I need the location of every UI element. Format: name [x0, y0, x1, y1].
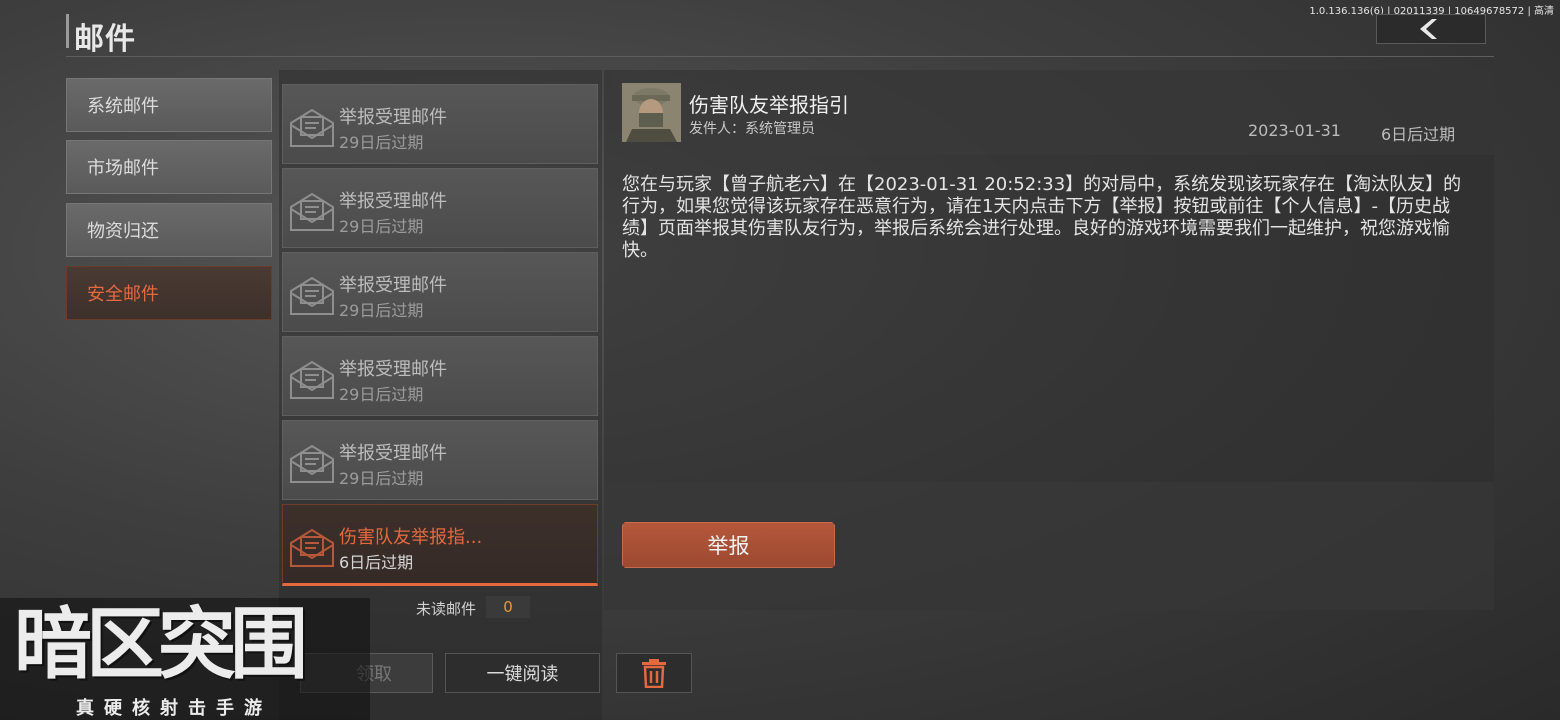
- read-all-label: 一键阅读: [486, 664, 559, 685]
- report-label: 举报: [707, 534, 750, 558]
- header-divider: [66, 56, 1494, 57]
- delete-button[interactable]: [616, 653, 692, 693]
- tab-label: 物资归还: [87, 221, 159, 242]
- mail-title: 举报受理邮件: [339, 191, 447, 212]
- back-arrow-icon: [1420, 19, 1437, 39]
- mail-list-item[interactable]: 举报受理邮件 29日后过期: [282, 252, 598, 332]
- back-button[interactable]: [1376, 14, 1486, 44]
- mail-list-item[interactable]: 举报受理邮件 29日后过期: [282, 336, 598, 416]
- mail-expire: 29日后过期: [339, 301, 424, 320]
- tab-market-mail[interactable]: 市场邮件: [66, 140, 272, 194]
- sender-name: 系统管理员: [745, 121, 815, 137]
- tab-label: 系统邮件: [87, 96, 159, 117]
- mail-body: 您在与玩家【曾子航老六】在【2023-01-31 20:52:33】的对局中，系…: [622, 174, 1462, 261]
- mail-open-icon: [290, 360, 334, 399]
- mail-title: 举报受理邮件: [339, 275, 447, 296]
- mail-title: 举报受理邮件: [339, 443, 447, 464]
- sender-label: 发件人：: [689, 121, 745, 137]
- sender-avatar: [622, 83, 681, 142]
- unread-count: 0: [486, 596, 530, 618]
- mail-expire: 6日后过期: [339, 553, 414, 572]
- mail-list-item[interactable]: 举报受理邮件 29日后过期: [282, 420, 598, 500]
- sender-line: 发件人：系统管理员: [689, 118, 815, 138]
- mail-expire: 29日后过期: [339, 385, 424, 404]
- mail-title: 举报受理邮件: [339, 107, 447, 128]
- game-logo-title: 暗区突围: [14, 600, 308, 690]
- unread-label: 未读邮件: [416, 600, 477, 618]
- tab-security-mail[interactable]: 安全邮件: [66, 266, 272, 320]
- mail-detail-expire: 6日后过期: [1381, 125, 1456, 144]
- mail-title: 伤害队友举报指...: [339, 527, 483, 548]
- mail-open-icon: [290, 276, 334, 315]
- mail-list-item[interactable]: 举报受理邮件 29日后过期: [282, 84, 598, 164]
- mail-expire: 29日后过期: [339, 133, 424, 152]
- trash-icon: [642, 659, 666, 688]
- mail-open-icon: [290, 444, 334, 483]
- tab-supply-return[interactable]: 物资归还: [66, 203, 272, 257]
- tab-system-mail[interactable]: 系统邮件: [66, 78, 272, 132]
- mail-list-item[interactable]: 举报受理邮件 29日后过期: [282, 168, 598, 248]
- mail-title: 举报受理邮件: [339, 359, 447, 380]
- mail-open-icon: [290, 192, 334, 231]
- game-logo-slogan: 真硬核射击手游: [76, 698, 272, 719]
- page-title: 邮件: [74, 22, 136, 57]
- mail-list-item-selected[interactable]: 伤害队友举报指... 6日后过期: [282, 504, 598, 586]
- tab-label: 市场邮件: [87, 158, 159, 179]
- mail-open-icon: [290, 108, 334, 147]
- tab-label: 安全邮件: [87, 284, 159, 305]
- mail-open-icon: [290, 528, 334, 567]
- report-button[interactable]: 举报: [622, 522, 835, 568]
- read-all-button[interactable]: 一键阅读: [445, 653, 600, 693]
- mail-detail-title: 伤害队友举报指引: [689, 93, 849, 117]
- mail-date: 2023-01-31: [1248, 121, 1341, 140]
- mail-expire: 29日后过期: [339, 217, 424, 236]
- mail-expire: 29日后过期: [339, 469, 424, 488]
- title-accent-bar: [66, 14, 69, 48]
